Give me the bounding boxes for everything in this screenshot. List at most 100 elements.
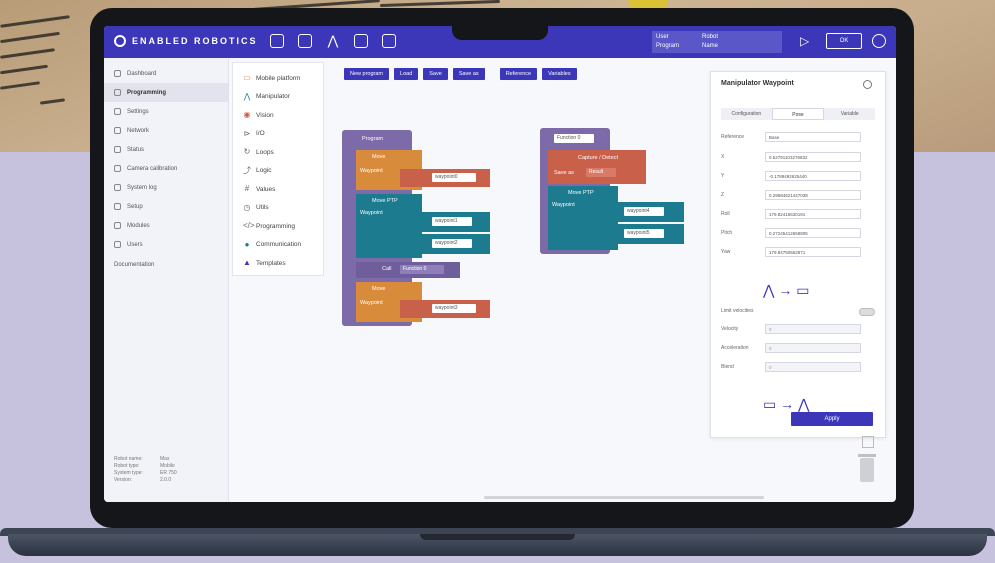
waypoint-block[interactable]: waypoint0: [400, 169, 490, 187]
play-icon[interactable]: ▷: [800, 34, 809, 48]
robot-arm-icon[interactable]: ⋀: [326, 34, 340, 48]
horizontal-scrollbar[interactable]: [484, 496, 764, 499]
waypoint-block[interactable]: waypoint5: [594, 224, 684, 244]
coord-label: Yaw: [721, 249, 731, 255]
sidebar-documentation[interactable]: Documentation: [104, 262, 228, 268]
user-icon[interactable]: [872, 34, 886, 48]
coord-input[interactable]: 0.52791103276832: [765, 152, 861, 162]
limit-input[interactable]: 0: [765, 343, 861, 353]
document-icon[interactable]: [382, 34, 396, 48]
reference-select[interactable]: Base: [765, 132, 861, 142]
apply-button[interactable]: Apply: [791, 412, 873, 426]
program-key: Program: [656, 43, 680, 49]
sidebar-item-label: Modules: [127, 222, 150, 229]
waypoint-block[interactable]: waypoint3: [400, 300, 490, 318]
limit-input[interactable]: 0: [765, 362, 861, 372]
toolbox-item-programming[interactable]: </> Programming: [233, 217, 323, 236]
limits-toggle[interactable]: [859, 308, 875, 316]
sidebar-item-system-log[interactable]: System log: [104, 178, 228, 197]
sidebar-item-settings[interactable]: Settings: [104, 102, 228, 121]
reference-button[interactable]: Reference: [499, 68, 538, 80]
toolbox-item-label: Logic: [256, 167, 272, 175]
coord-input[interactable]: 179.82416630191: [765, 209, 861, 219]
waypoint-field[interactable]: waypoint4: [624, 207, 664, 216]
loops-icon: ↻: [243, 147, 251, 157]
user-value: Robot: [702, 34, 719, 40]
meta-key: Robot name:: [114, 456, 143, 462]
sidebar-item-icon: [114, 184, 121, 191]
capture-block[interactable]: Capture / Detect Save as Result: [548, 150, 646, 184]
tab-variable[interactable]: Variable: [824, 108, 875, 120]
toolbox-item-manipulator[interactable]: ⋀ Manipulator: [233, 88, 323, 107]
mobile-platform-icon[interactable]: [298, 34, 312, 48]
new-program-button[interactable]: New program: [344, 68, 390, 80]
coord-input[interactable]: -0.1789492625440: [765, 171, 861, 181]
brand-logo[interactable]: ENABLED ROBOTICS: [114, 35, 258, 47]
waypoint-block[interactable]: waypoint1: [400, 212, 490, 232]
toolbox-item-label: I/O: [256, 130, 265, 138]
camera-icon[interactable]: [270, 34, 284, 48]
waypoint-block[interactable]: waypoint2: [400, 234, 490, 254]
move-label: Move: [372, 154, 386, 160]
coord-input[interactable]: 0.29584621447038: [765, 190, 861, 200]
save-as-field[interactable]: Result: [586, 168, 616, 177]
sidebar-item-label: Settings: [127, 108, 149, 115]
call-block[interactable]: Call Function 0: [356, 262, 460, 278]
function-name-field[interactable]: Function 0: [554, 134, 594, 143]
toolbox-item-utils[interactable]: ◷ Utils: [233, 199, 323, 218]
toolbox-item-loops[interactable]: ↻ Loops: [233, 143, 323, 162]
logo-icon: [114, 35, 126, 47]
waypoint-field[interactable]: waypoint3: [432, 304, 476, 313]
call-function-field[interactable]: Function 0: [400, 265, 444, 274]
meta-value: 2.0.0: [160, 477, 172, 483]
values-icon: #: [244, 184, 250, 194]
pc-to-robot-icon[interactable]: ▭ → ⋀: [763, 396, 810, 413]
trash-icon[interactable]: [860, 458, 874, 482]
sidebar-item-icon: [114, 203, 121, 210]
sidebar-item-users[interactable]: Users: [104, 235, 228, 254]
coord-input[interactable]: 179.94750562871: [765, 247, 861, 257]
limit-row-blend: Blend 0: [721, 362, 861, 372]
sidebar-item-icon: [114, 146, 121, 153]
toolbox-item-templates[interactable]: ▲ Templates: [233, 254, 323, 273]
toolbox-item-i-o[interactable]: ⊳ I/O: [233, 125, 323, 144]
waypoint-field[interactable]: waypoint1: [432, 217, 472, 226]
program-toolbar: New program Load Save Save as Reference Varia…: [344, 68, 577, 80]
variables-button[interactable]: Variables: [542, 68, 577, 80]
sidebar-item-dashboard[interactable]: Dashboard: [104, 64, 228, 83]
toolbox-item-logic[interactable]: ⤴ Logic: [233, 162, 323, 181]
monitor-icon[interactable]: [354, 34, 368, 48]
tab-pose[interactable]: Pose: [771, 108, 825, 120]
save-button[interactable]: Save: [423, 68, 448, 80]
meta-key: System type:: [114, 470, 143, 476]
toolbox-item-communication[interactable]: ● Communication: [233, 236, 323, 255]
toolbox-item-mobile-platform[interactable]: ▭ Mobile platform: [233, 69, 323, 88]
waypoint-field[interactable]: waypoint0: [432, 173, 476, 182]
sidebar-item-setup[interactable]: Setup: [104, 197, 228, 216]
save-as-button[interactable]: Save as: [452, 68, 485, 80]
sidebar-item-programming[interactable]: Programming: [104, 83, 228, 102]
program-value: Name: [702, 43, 719, 49]
help-icon[interactable]: [863, 80, 872, 89]
waypoint-field[interactable]: waypoint2: [432, 239, 472, 248]
sidebar-item-camera-calibration[interactable]: Camera calibration: [104, 159, 228, 178]
sidebar: Dashboard Programming Settings Network Statu…: [104, 58, 229, 502]
sidebar-item-label: Users: [127, 241, 143, 248]
ok-button[interactable]: OK: [826, 33, 862, 49]
sidebar-item-status[interactable]: Status: [104, 140, 228, 159]
sidebar-item-network[interactable]: Network: [104, 121, 228, 140]
io-icon: ⊳: [243, 128, 251, 138]
load-button[interactable]: Load: [394, 68, 419, 80]
coord-input[interactable]: 0.27245412658805: [765, 228, 861, 238]
limit-input[interactable]: 0: [765, 324, 861, 334]
waypoint-block[interactable]: waypoint4: [594, 202, 684, 222]
waypoint-field[interactable]: waypoint5: [624, 229, 664, 238]
sidebar-item-modules[interactable]: Modules: [104, 216, 228, 235]
tab-configuration[interactable]: Configuration: [721, 108, 772, 120]
coord-label: X: [721, 154, 725, 160]
toolbox-item-values[interactable]: # Values: [233, 180, 323, 199]
robot-to-pc-icon[interactable]: ⋀ → ▭: [763, 282, 810, 299]
sidebar-item-label: Network: [127, 127, 150, 134]
zoom-reset-icon[interactable]: [862, 436, 874, 448]
toolbox-item-vision[interactable]: ◉ Vision: [233, 106, 323, 125]
